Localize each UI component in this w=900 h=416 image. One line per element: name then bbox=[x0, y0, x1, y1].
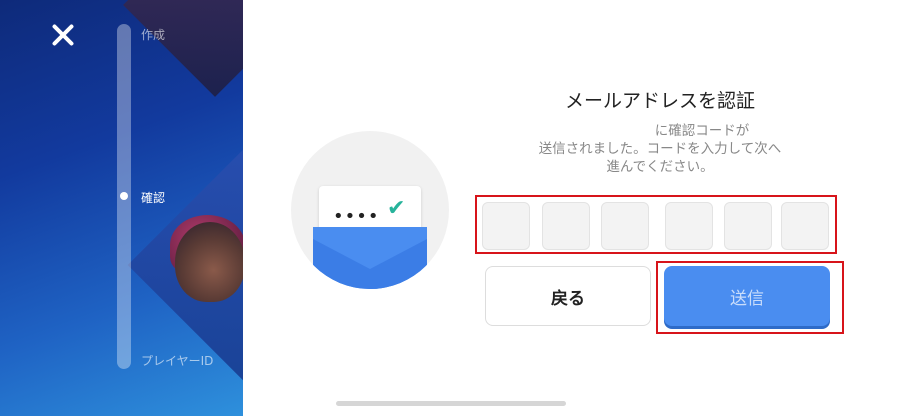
back-button[interactable]: 戻る bbox=[485, 266, 651, 326]
step-create-label: 作成 bbox=[141, 28, 166, 42]
progress-indicator bbox=[120, 192, 128, 200]
code-digit-1[interactable] bbox=[482, 202, 530, 250]
step-playerid-label: プレイヤーID bbox=[141, 354, 214, 368]
character-art bbox=[175, 222, 243, 302]
check-icon: ✔ bbox=[387, 196, 406, 221]
description-line: 送信されました。コードを入力して次へ bbox=[538, 141, 782, 157]
code-digit-6[interactable] bbox=[781, 202, 829, 250]
side-panel: 作成 確認 プレイヤーID bbox=[0, 0, 243, 416]
page-title: メールアドレスを認証 bbox=[564, 90, 755, 112]
step-confirm-label: 確認 bbox=[141, 191, 166, 205]
home-indicator bbox=[336, 401, 566, 406]
code-digit-3[interactable] bbox=[601, 202, 649, 250]
dots-icon: •••• bbox=[333, 206, 380, 227]
email-illustration: •••• ✔ bbox=[291, 131, 449, 289]
description-line: に確認コードが bbox=[654, 123, 750, 139]
description-line: 進んでください。 bbox=[606, 159, 714, 175]
code-digit-2[interactable] bbox=[542, 202, 590, 250]
send-button[interactable]: 送信 bbox=[664, 266, 830, 326]
code-digit-5[interactable] bbox=[724, 202, 772, 250]
description: に確認コードが 送信されました。コードを入力して次へ 進んでください。 bbox=[480, 122, 840, 176]
decoration-shape bbox=[123, 0, 243, 97]
close-icon[interactable] bbox=[50, 22, 76, 48]
code-digit-4[interactable] bbox=[665, 202, 713, 250]
